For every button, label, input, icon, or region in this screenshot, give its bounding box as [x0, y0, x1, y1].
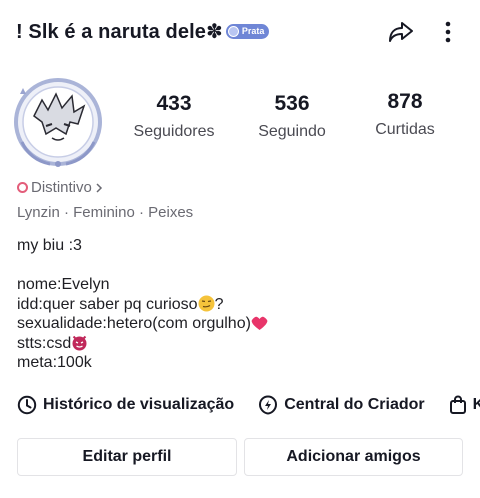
followers-stat[interactable]: 433 Seguidores: [126, 92, 222, 141]
bio-line: stts:csd: [17, 334, 268, 354]
profile-bio: my biu :3 nome:Evelyn idd:quer saber pq …: [17, 236, 268, 373]
following-count: 536: [274, 92, 310, 115]
clock-icon: [17, 395, 37, 415]
edit-profile-button[interactable]: Editar perfil: [17, 438, 237, 476]
badge-medal-icon: [227, 25, 239, 37]
bio-line: meta:100k: [17, 354, 92, 371]
lightning-icon: [259, 395, 278, 415]
chevron-right-icon: [96, 182, 102, 193]
more-options-button[interactable]: [436, 17, 460, 47]
title-wrap: ! Slk é a naruta dele✽ Prata: [16, 18, 270, 44]
followers-label: Seguidores: [133, 123, 215, 140]
shop-link[interactable]: K: [449, 395, 480, 415]
more-vertical-icon: [445, 21, 451, 43]
shopping-bag-icon: [449, 395, 466, 414]
share-arrow-icon: [389, 22, 413, 42]
bio-text: idd:quer saber pq curioso: [17, 295, 198, 313]
avatar-image: [14, 78, 102, 167]
profile-header: ! Slk é a naruta dele✽ Prata: [0, 0, 480, 62]
creator-center-link[interactable]: Central do Criador: [258, 395, 425, 415]
profile-meta: Lynzin · Feminino · Peixes: [17, 204, 194, 221]
bio-line: nome:Evelyn: [17, 276, 110, 293]
bio-text: stts:csd: [17, 334, 72, 352]
bio-line: sexualidade:hetero(com orgulho): [17, 314, 268, 334]
bio-text-suffix: ?: [214, 295, 224, 313]
smirk-emoji-icon: [198, 295, 215, 311]
following-stat[interactable]: 536 Seguindo: [244, 92, 340, 141]
view-history-link[interactable]: Histórico de visualização: [17, 395, 234, 415]
likes-stat[interactable]: 878 Curtidas: [362, 90, 448, 139]
badge-label: Prata: [241, 26, 265, 36]
bio-text: sexualidade:hetero(com orgulho): [17, 315, 251, 332]
devil-emoji-icon: [72, 334, 87, 350]
add-friends-button[interactable]: Adicionar amigos: [244, 438, 463, 476]
following-label: Seguindo: [258, 123, 326, 140]
bio-line: my biu :3: [17, 237, 82, 254]
profile-avatar[interactable]: [12, 76, 104, 168]
tier-badge[interactable]: Prata: [225, 23, 270, 39]
badge-icon: [17, 182, 28, 193]
distintivo-link[interactable]: Distintivo: [17, 179, 104, 196]
bio-line: idd:quer saber pq curioso?: [17, 295, 268, 315]
creator-center-label: Central do Criador: [284, 396, 425, 413]
likes-label: Curtidas: [375, 121, 435, 138]
followers-count: 433: [156, 92, 192, 115]
shop-label: K: [472, 396, 480, 413]
profile-links: Histórico de visualização Central do Cri…: [17, 392, 480, 418]
heart-emoji-icon: [251, 316, 268, 330]
view-history-label: Histórico de visualização: [43, 396, 235, 413]
share-button[interactable]: [386, 17, 416, 47]
profile-username: ! Slk é a naruta dele✽: [16, 20, 223, 43]
likes-count: 878: [387, 90, 423, 113]
distintivo-label: Distintivo: [31, 179, 92, 196]
